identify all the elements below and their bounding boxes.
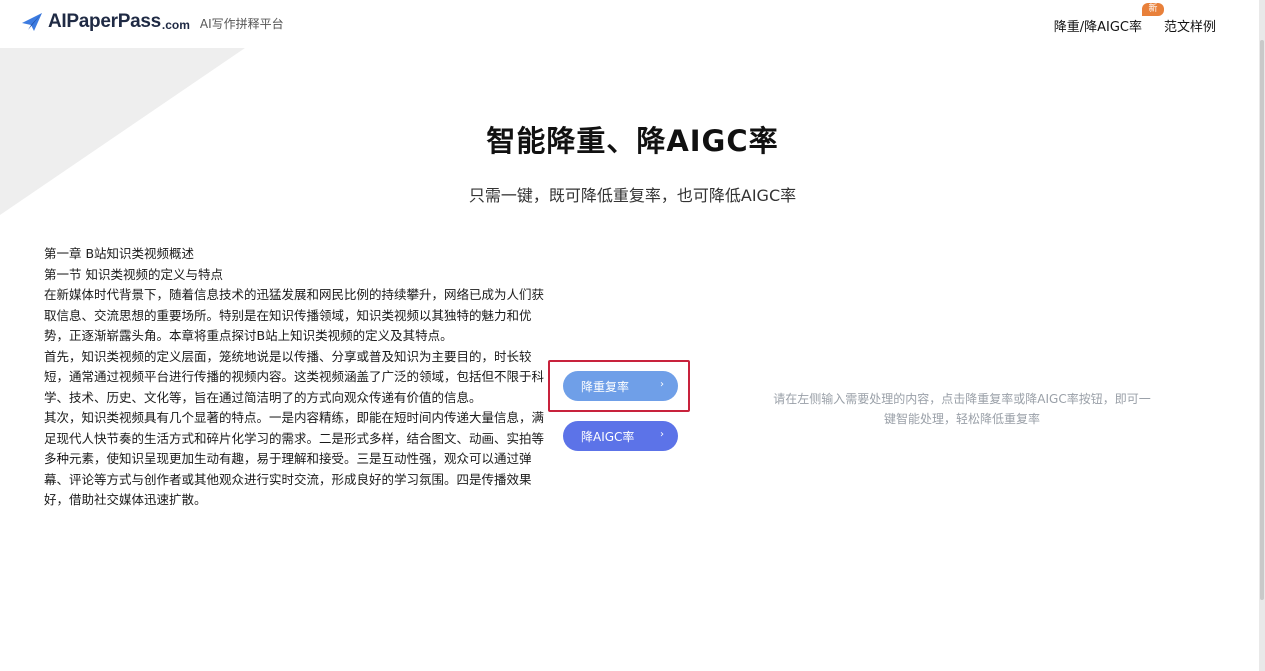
nav-item-reduce[interactable]: 降重/降AIGC率 新: [1053, 3, 1164, 35]
text-paragraph: 首先，知识类视频的定义层面，笼统地说是以传播、分享或普及知识为主要目的，时长较短…: [44, 348, 544, 405]
scrollbar[interactable]: [1259, 0, 1265, 671]
logo-tagline: AI写作拼释平台: [199, 16, 284, 31]
reduce-duplicate-button[interactable]: 降重复率 ›: [563, 371, 678, 401]
reduce-aigc-button[interactable]: 降AIGC率 ›: [563, 421, 678, 451]
page-title: 智能降重、降AIGC率: [486, 124, 779, 158]
nav-item-label: 降重/降AIGC率: [1053, 20, 1142, 35]
header: AIPaperPass .com AI写作拼释平台 降重/降AIGC率 新 范文…: [0, 0, 1258, 48]
paper-plane-icon: [22, 13, 42, 31]
aigc-button-label: 降AIGC率: [581, 429, 635, 444]
reduce-button-label: 降重复率: [581, 379, 630, 394]
new-badge: 新: [1141, 3, 1164, 16]
nav-item-label: 范文样例: [1163, 20, 1216, 35]
input-text-area[interactable]: 第一章 B站知识类视频概述 第一节 知识类视频的定义与特点 在新媒体时代背景下，…: [44, 244, 544, 582]
text-paragraph: 其次，知识类视频具有几个显著的特点。一是内容精练，即能在短时间内传递大量信息，满…: [44, 410, 544, 507]
chevron-right-icon: ›: [660, 429, 664, 440]
text-line: 第一节 知识类视频的定义与特点: [44, 266, 223, 282]
logo-domain: .com: [161, 18, 190, 32]
page-subtitle: 只需一键，既可降低重复率，也可降低AIGC率: [468, 186, 797, 205]
result-placeholder: 请在左侧输入需要处理的内容，点击降重复率或降AIGC率按钮，即可一键智能处理，轻…: [773, 392, 1151, 426]
text-paragraph: 在新媒体时代背景下，随着信息技术的迅猛发展和网民比例的持续攀升，网络已成为人们获…: [44, 287, 544, 343]
nav-item-samples[interactable]: 范文样例: [1164, 16, 1216, 35]
chevron-right-icon: ›: [660, 379, 664, 390]
top-nav: 降重/降AIGC率 新 范文样例: [1053, 3, 1216, 35]
text-line: 第一章 B站知识类视频概述: [44, 246, 195, 261]
logo[interactable]: AIPaperPass .com AI写作拼释平台: [20, 10, 284, 34]
logo-text: AIPaperPass: [48, 11, 161, 32]
